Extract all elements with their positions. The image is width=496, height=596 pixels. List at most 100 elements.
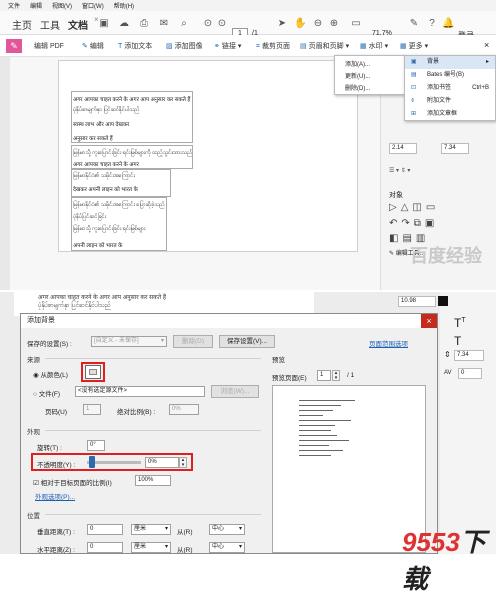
preview-line <box>299 455 331 456</box>
abs-scale-label: 绝对比例(B) : <box>117 409 156 416</box>
vertical-unit-select[interactable]: 厘米 ▾ <box>131 524 171 535</box>
dialog-title: 添加背景 <box>21 314 437 328</box>
menu-bates[interactable]: ▤ Bates 编号(B) <box>405 69 495 82</box>
source-section-label: 来源 <box>27 357 40 364</box>
menu-bookmark[interactable]: ⊡ 添加书签 Ctrl+B <box>405 82 495 95</box>
menu-background[interactable]: ▣ 背景 ▸ <box>405 56 495 69</box>
vertical-from-select[interactable]: 中心 ▾ <box>209 524 245 535</box>
opacity-slider-thumb[interactable] <box>89 456 95 468</box>
hand-tool-icon[interactable]: ✋ <box>294 18 306 30</box>
color-swatch[interactable] <box>438 296 448 306</box>
bookmark-shortcut: Ctrl+B <box>472 85 489 91</box>
next-page-icon[interactable]: ⊙ <box>216 18 228 30</box>
horizontal-from-select[interactable]: 中心 ▾ <box>209 542 245 553</box>
more-label: 更多 <box>408 43 423 50</box>
menu-edit[interactable]: 编辑 <box>30 1 42 10</box>
edit-button[interactable]: ✎ 编辑 <box>82 41 104 51</box>
file-radio[interactable]: ○ 文件(F) <box>33 388 60 398</box>
add-image-label: 添加图像 <box>174 43 203 50</box>
section-divider <box>45 358 261 359</box>
font-size-a[interactable]: 2.14 <box>389 143 417 154</box>
opacity-slider-track[interactable] <box>87 461 141 464</box>
link-button[interactable]: ⚭ 链接 ▾ <box>214 41 241 51</box>
superscript-icon[interactable]: TT <box>454 316 466 330</box>
preview-page-field[interactable]: 1 <box>317 370 331 381</box>
spacing-icon[interactable]: ☰ ▾ ⇕ ▾ <box>389 167 410 174</box>
close-toolbar-icon[interactable]: × <box>484 40 489 50</box>
section-divider <box>45 430 261 431</box>
menu-article[interactable]: ⊞ 添加文章框 <box>405 108 495 121</box>
background-submenu: 添加(A)... 更新(U)... 删除(D)... <box>334 55 406 95</box>
save-settings-button[interactable]: 保存设置(V)... <box>219 335 275 348</box>
menu-update[interactable]: 更新(U)... <box>335 68 405 80</box>
horizontal-unit-select[interactable]: 厘米 ▾ <box>131 542 171 553</box>
size-b-field[interactable]: 7.34 <box>454 350 484 361</box>
vertical-field[interactable]: 0 <box>87 524 123 535</box>
zoom-fit-icon[interactable]: ▭ <box>350 18 362 30</box>
opacity-spinner[interactable]: ▴ ▾ <box>179 457 187 468</box>
doc-line: अनुसार कर सकते हैं <box>73 136 113 142</box>
horizontal-from-value: 中心 <box>212 544 225 550</box>
tab-document[interactable]: 文档 <box>68 17 88 32</box>
prev-page-icon[interactable]: ⊙ <box>202 18 214 30</box>
menu-file[interactable]: 文件 <box>8 1 20 10</box>
rotate-icons[interactable]: ↶↷⧉▣ <box>389 218 438 229</box>
browse-button[interactable]: 浏览(W)... <box>211 385 259 398</box>
add-text-button[interactable]: T 添加文本 <box>118 41 152 51</box>
opacity-label: 不透明度(Y) : <box>37 462 76 469</box>
align-icons[interactable]: ▷△◫▭ <box>389 202 439 213</box>
upload-icon[interactable]: ☁ <box>118 18 130 30</box>
preview-page-spinner[interactable]: ▴ ▾ <box>332 370 340 381</box>
appearance-options-link[interactable]: 外观选项(P)... <box>35 491 75 501</box>
from-color-radio[interactable]: ◉ 从颜色(L) <box>33 369 68 379</box>
vertical-label: 垂直距离(T) : <box>37 529 75 536</box>
help-icon[interactable]: ? <box>426 18 438 30</box>
from-color-label: 从颜色(L) <box>40 372 68 379</box>
comment-icon[interactable]: ✎ <box>408 18 420 30</box>
watermark-button[interactable]: ▦ 水印 ▾ <box>360 41 388 51</box>
close-button[interactable]: × <box>421 314 437 328</box>
font-size-b[interactable]: 7.34 <box>441 143 469 154</box>
add-image-button[interactable]: ▨ 添加图像 <box>166 41 203 51</box>
zoom-out-icon[interactable]: ⊖ <box>312 18 324 30</box>
file-path-field[interactable]: <没有选定源文件> <box>75 386 205 397</box>
tab-home[interactable]: 主页 <box>12 17 32 32</box>
preview-line <box>299 420 351 421</box>
objects-label: 对象 <box>389 192 403 199</box>
more-button[interactable]: ▦ 更多 ▾ <box>400 41 428 51</box>
page-range-link[interactable]: 页面范围选项 <box>369 338 408 348</box>
horizontal-field[interactable]: 0 <box>87 542 123 553</box>
font-size-field[interactable]: 10.98 <box>398 296 436 307</box>
search-icon[interactable]: ⌕ <box>178 18 190 30</box>
select-cursor-icon[interactable]: ➤ <box>276 18 288 30</box>
save-icon[interactable]: ▣ <box>98 18 110 30</box>
rotation-field[interactable]: 0° <box>87 440 105 451</box>
edit-toolbar: ✎ 编辑 PDF ✎ 编辑 T 添加文本 ▨ 添加图像 ⚭ 链接 ▾ ⌗ 裁剪页面 ▤ 页眉… <box>0 35 496 57</box>
menu-help[interactable]: 帮助(H) <box>114 1 134 10</box>
menu-window[interactable]: 窗口(W) <box>82 1 104 10</box>
notification-icon[interactable]: 🔔 <box>442 18 454 30</box>
zoom-in-icon[interactable]: ⊕ <box>328 18 340 30</box>
header-footer-button[interactable]: ▤ 页眉和页脚 ▾ <box>300 41 349 51</box>
menu-view[interactable]: 视图(V) <box>52 1 72 10</box>
opacity-field[interactable]: 0% <box>145 457 179 468</box>
more-icon: ▦ <box>400 43 407 50</box>
line-spacing-icon[interactable]: ⇕ <box>444 350 451 359</box>
delete-button[interactable]: 删除(D) <box>173 335 213 348</box>
kerning-field[interactable]: 0 <box>458 368 482 379</box>
mail-icon[interactable]: ✉ <box>158 18 170 30</box>
menu-delete[interactable]: 删除(D)... <box>335 80 405 92</box>
page-num-field[interactable]: 1 <box>83 404 101 415</box>
menu-add[interactable]: 添加(A)... <box>335 56 405 68</box>
abs-scale-field[interactable]: 0% <box>169 404 199 415</box>
edit-pdf-label[interactable]: 编辑 PDF <box>34 41 64 51</box>
saved-settings-select[interactable]: [自定义 - 未保存] ▾ <box>91 336 167 347</box>
italic-icon[interactable]: T <box>454 334 461 348</box>
menu-attach[interactable]: ⌽ 附加文件 <box>405 95 495 108</box>
crop-button[interactable]: ⌗ 裁剪页面 <box>256 41 290 51</box>
relative-scale-checkbox[interactable]: ☑ 相对于目标页面的比例(I) <box>33 477 112 487</box>
tab-tools[interactable]: 工具 <box>40 17 60 32</box>
chevron-down-icon: ▾ <box>238 544 242 550</box>
relative-scale-field[interactable]: 100% <box>135 475 171 486</box>
print-icon[interactable]: ⎙ <box>138 18 150 30</box>
